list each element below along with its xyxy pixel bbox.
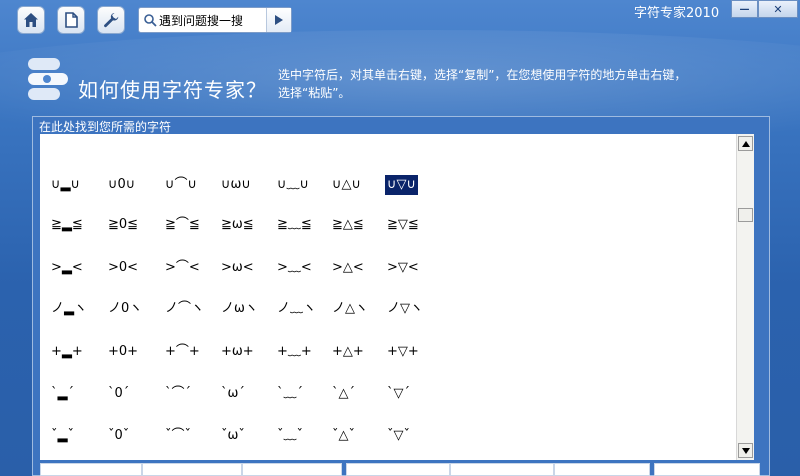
scroll-up-button[interactable] [738, 136, 753, 151]
character-item[interactable]: ˇ0ˇ [106, 426, 131, 446]
character-item[interactable]: ≧⌒≦ [163, 215, 202, 235]
character-item[interactable]: ノ﹏ヽ [275, 299, 318, 319]
character-item[interactable]: ∪▽∪ [385, 175, 419, 195]
character-row: ≧▂≦ ≧0≦ ≧⌒≦ ≧ω≦ ≧﹏≦ ≧△≦ ≧▽≦ [40, 215, 736, 239]
minimize-icon: — [739, 3, 750, 15]
character-item[interactable]: ノωヽ [219, 299, 260, 319]
character-item[interactable]: >0< [106, 258, 140, 278]
character-item[interactable]: >▽< [385, 258, 421, 278]
character-item[interactable]: ノ▽ヽ [385, 299, 425, 319]
character-row: +▂+ +0+ +⌒+ +ω+ +﹏+ +△+ +▽+ [40, 342, 736, 366]
search-icon [144, 14, 157, 27]
panel-label: 在此处找到您所需的字符 [39, 120, 172, 134]
character-item[interactable]: `﹏´ [275, 384, 305, 404]
character-item[interactable]: ∪﹏∪ [275, 175, 311, 195]
character-item[interactable]: ≧△≦ [330, 215, 366, 235]
arrow-up-icon [741, 140, 750, 147]
category-tab[interactable] [654, 463, 760, 476]
character-item[interactable]: ノ△ヽ [330, 299, 370, 319]
character-item[interactable]: +▽+ [385, 342, 421, 362]
wrench-icon [104, 13, 119, 28]
character-item[interactable]: ≧▂≦ [49, 215, 85, 235]
document-icon [65, 12, 78, 28]
character-item[interactable]: ∪0∪ [106, 175, 137, 195]
character-item[interactable]: ∪⌒∪ [163, 175, 199, 195]
home-button[interactable] [17, 6, 45, 34]
character-item[interactable]: >﹏< [275, 258, 314, 278]
character-item[interactable]: +△+ [330, 342, 366, 362]
app-logo [28, 58, 68, 100]
category-tab[interactable] [242, 463, 342, 476]
arrow-down-icon [741, 447, 750, 454]
help-title: 如何使用字符专家？ [78, 78, 267, 102]
search-go-button[interactable] [266, 8, 291, 32]
character-item[interactable]: +⌒+ [163, 342, 202, 362]
character-item[interactable]: ≧﹏≦ [275, 215, 314, 235]
scroll-down-button[interactable] [738, 443, 753, 458]
search-box [138, 7, 292, 33]
character-item[interactable]: `▂´ [49, 384, 76, 404]
character-item[interactable]: ≧ω≦ [219, 215, 256, 235]
character-item[interactable]: ∪△∪ [330, 175, 363, 195]
category-tab[interactable] [450, 463, 554, 476]
category-tab[interactable] [40, 463, 142, 476]
close-icon: ✕ [773, 2, 783, 16]
character-item[interactable]: +ω+ [219, 342, 256, 362]
character-item[interactable]: `△´ [330, 384, 357, 404]
character-item[interactable]: ˇ▂ˇ [49, 426, 76, 446]
home-icon [24, 13, 38, 27]
character-item[interactable]: ˇ△ˇ [330, 426, 357, 446]
minimize-button[interactable]: — [731, 0, 758, 18]
character-item[interactable]: +0+ [106, 342, 140, 362]
category-tab[interactable] [554, 463, 650, 476]
character-item[interactable]: >ω< [219, 258, 256, 278]
character-item[interactable]: >▂< [49, 258, 85, 278]
character-item[interactable]: +﹏+ [275, 342, 314, 362]
character-row: ˇ▂ˇ ˇ0ˇ ˇ⌒ˇ ˇωˇ ˇ﹏ˇ ˇ△ˇ ˇ▽ˇ [40, 426, 736, 450]
character-item[interactable]: ノ⌒ヽ [163, 299, 206, 319]
search-input[interactable] [159, 10, 259, 30]
character-item[interactable]: >⌒< [163, 258, 202, 278]
character-item[interactable]: `ω´ [219, 384, 247, 404]
character-item[interactable]: >△< [330, 258, 366, 278]
character-item[interactable]: +▂+ [49, 342, 85, 362]
character-item[interactable]: ≧▽≦ [385, 215, 421, 235]
character-row: ∪▂∪ ∪0∪ ∪⌒∪ ∪ω∪ ∪﹏∪ ∪△∪ ∪▽∪ [40, 175, 736, 199]
character-item[interactable]: ノ0ヽ [106, 299, 144, 319]
character-item[interactable]: `⌒´ [163, 384, 193, 404]
play-arrow-icon [275, 15, 283, 25]
character-row: ノ▂ヽ ノ0ヽ ノ⌒ヽ ノωヽ ノ﹏ヽ ノ△ヽ ノ▽ヽ [40, 299, 736, 323]
category-tab-strip [40, 463, 760, 476]
character-item[interactable]: ノ▂ヽ [49, 299, 89, 319]
character-item[interactable]: ∪ω∪ [219, 175, 253, 195]
character-item[interactable]: ˇωˇ [219, 426, 247, 446]
character-row: `▂´ `0´ `⌒´ `ω´ `﹏´ `△´ `▽´ [40, 384, 736, 408]
character-item[interactable]: ∪▂∪ [49, 175, 82, 195]
help-instructions: 选中字符后，对其单击右键，选择“复制”，在您想使用字符的地方单击右键，选择“粘贴… [278, 68, 687, 100]
vertical-scrollbar[interactable] [736, 134, 754, 460]
character-item[interactable]: ˇ﹏ˇ [275, 426, 305, 446]
window-title: 字符专家2010 [634, 6, 720, 21]
toolbar: 字符专家2010 — ✕ [0, 0, 800, 38]
character-item[interactable]: `0´ [106, 384, 131, 404]
close-button[interactable]: ✕ [758, 0, 798, 18]
app-window: 字符专家2010 — ✕ 如何使用字符专家？ 选中字符后，对其单击右键，选择“复… [0, 0, 800, 476]
character-list: ∪▂∪ ∪0∪ ∪⌒∪ ∪ω∪ ∪﹏∪ ∪△∪ ∪▽∪ ≧▂≦ ≧0≦ ≧⌒≦ ≧ω≦ ≧﹏≦ ≧△≦ ≧… [40, 134, 736, 460]
character-item[interactable]: ˇ⌒ˇ [163, 426, 193, 446]
document-button[interactable] [57, 6, 85, 34]
character-item[interactable]: ≧0≦ [106, 215, 140, 235]
character-item[interactable]: ˇ▽ˇ [385, 426, 412, 446]
tools-button[interactable] [97, 6, 125, 34]
scroll-thumb[interactable] [738, 208, 753, 222]
category-tab[interactable] [346, 463, 450, 476]
category-tab[interactable] [142, 463, 242, 476]
character-item[interactable]: `▽´ [385, 384, 412, 404]
character-row: >▂< >0< >⌒< >ω< >﹏< >△< >▽< [40, 258, 736, 282]
